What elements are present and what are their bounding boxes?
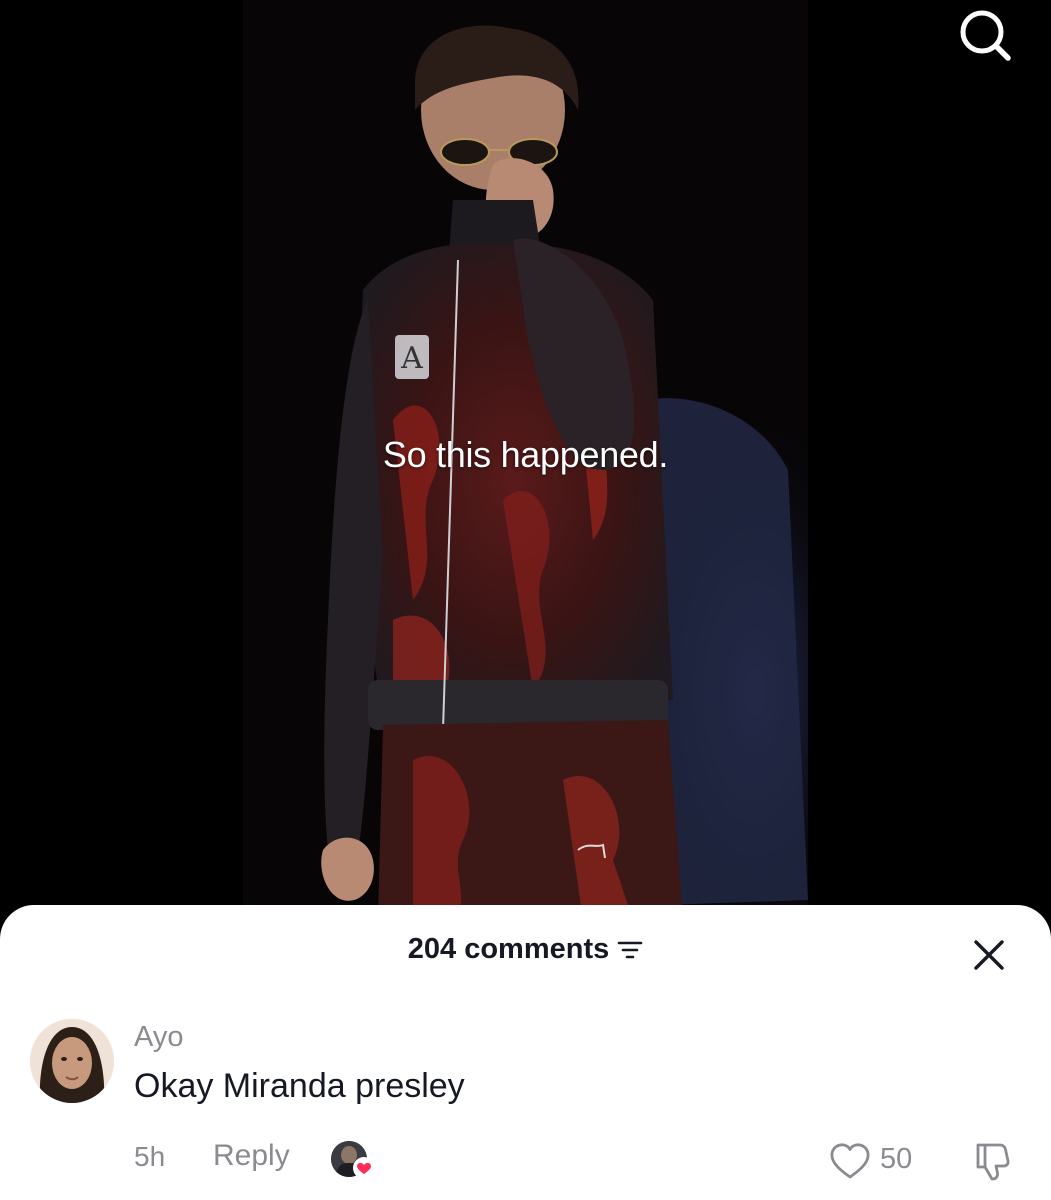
comments-sheet: 204 comments Ayo Okay Miranda presley 5h… [0, 905, 1051, 1200]
avatar[interactable] [30, 1019, 114, 1103]
comment-timestamp: 5h [134, 1141, 166, 1172]
comment-username[interactable]: Ayo [134, 1021, 183, 1054]
svg-text:A: A [400, 341, 423, 376]
avatar-image [30, 1019, 114, 1103]
liked-by-creator-badge [331, 1141, 379, 1181]
comments-count: 204 comments [407, 933, 610, 965]
tiktok-video-screen: A So this happened. 204 comments Ayo Oka… [0, 0, 1051, 1200]
filter-icon [617, 941, 643, 958]
heart-filled-icon [353, 1157, 375, 1179]
comment-item: Ayo Okay Miranda presley 5h Reply 50 [0, 1015, 1051, 1195]
close-button[interactable] [969, 935, 1009, 975]
search-button[interactable] [956, 8, 1016, 64]
comments-sort-toggle[interactable]: 204 comments [408, 933, 644, 966]
close-icon [974, 940, 1004, 970]
dislike-button[interactable] [970, 1139, 1014, 1183]
like-count: 50 [880, 1143, 913, 1175]
video-caption-overlay: So this happened. [382, 434, 669, 475]
reply-button[interactable]: Reply [213, 1139, 290, 1173]
like-button[interactable] [828, 1141, 872, 1181]
comment-text: Okay Miranda presley [134, 1067, 465, 1105]
heart-outline-icon [830, 1143, 870, 1179]
search-icon [960, 10, 1011, 61]
thumbs-down-icon [976, 1143, 1010, 1181]
comments-sheet-header: 204 comments [0, 933, 1051, 977]
